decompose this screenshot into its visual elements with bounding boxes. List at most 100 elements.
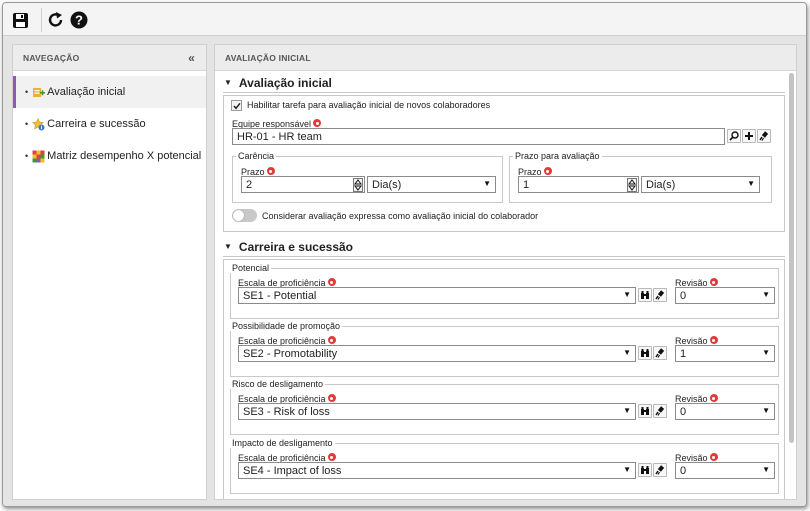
proficiency-scale-value: SE3 - Risk of loss [243, 405, 330, 418]
grace-term-input[interactable]: 2 [241, 176, 365, 193]
deadline-unit-value: Dia(s) [646, 178, 676, 191]
binoculars-icon[interactable] [638, 463, 652, 477]
section-career-succession-header[interactable]: ▼ Carreira e sucessão [223, 237, 785, 257]
nav-item-career-succession[interactable]: • Carreira e sucessão [13, 108, 206, 140]
required-icon [327, 394, 336, 402]
proficiency-group-fieldset: Impacto de desligamento Escala de profici… [230, 438, 779, 494]
clear-icon[interactable] [653, 288, 667, 302]
toolbar-separator [41, 8, 42, 32]
nav-item-initial-assessment[interactable]: • Avaliação inicial [13, 76, 206, 108]
save-icon[interactable] [10, 10, 30, 30]
scrollbar-thumb[interactable] [789, 73, 794, 443]
required-icon [327, 278, 336, 286]
proficiency-group-legend: Risco de desligamento [230, 379, 326, 389]
performance-matrix-icon [32, 150, 45, 163]
section-initial-assessment-header[interactable]: ▼ Avaliação inicial [223, 73, 785, 93]
clear-icon[interactable] [757, 129, 771, 143]
proficiency-group-legend: Possibilidade de promoção [230, 321, 343, 331]
section-title: Avaliação inicial [238, 75, 332, 90]
bullet: • [25, 151, 29, 161]
toolbar: ? [3, 3, 806, 36]
clear-icon[interactable] [653, 404, 667, 418]
required-icon [313, 119, 322, 127]
express-assessment-toggle[interactable] [232, 209, 257, 222]
enable-task-checkbox[interactable] [231, 100, 242, 111]
nav-item-label: Carreira e sucessão [47, 118, 146, 130]
chevron-down-icon: ▼ [762, 290, 770, 299]
binoculars-icon[interactable] [638, 288, 652, 302]
app-window: ? NAVEGAÇÃO « • Avaliação inicial • Carr… [2, 2, 807, 507]
chevron-down-icon: ▼ [762, 465, 770, 474]
svg-text:?: ? [75, 13, 83, 28]
initial-assessment-panel: Habilitar tarefa para avaliação inicial … [223, 95, 785, 232]
binoculars-icon[interactable] [638, 404, 652, 418]
evaluation-deadline-legend: Prazo para avaliação [513, 151, 602, 161]
chevron-down-icon: ▼ [762, 348, 770, 357]
nav-item-label: Avaliação inicial [47, 86, 126, 98]
revision-value: 0 [680, 289, 687, 302]
chevron-down-icon: ▼ [747, 179, 755, 188]
revision-value: 0 [680, 464, 687, 477]
proficiency-scale-select[interactable]: SE3 - Risk of loss ▼ [238, 403, 636, 420]
evaluation-deadline-fieldset: Prazo para avaliação Prazo 1 Dia(s) ▼ [509, 151, 772, 203]
nav-item-performance-matrix[interactable]: • Matriz desempenho X potencial [13, 140, 206, 172]
navigation-panel: NAVEGAÇÃO « • Avaliação inicial • Carrei… [12, 44, 207, 500]
search-icon[interactable] [727, 129, 741, 143]
proficiency-scale-value: SE2 - Promotability [243, 347, 338, 360]
chevron-down-icon: ▼ [623, 465, 631, 474]
clear-icon[interactable] [653, 346, 667, 360]
bullet: • [25, 119, 29, 129]
proficiency-group-legend: Potencial [230, 263, 272, 273]
express-assessment-label: Considerar avaliação expressa como avali… [262, 211, 539, 221]
required-icon [709, 394, 718, 402]
vertical-scrollbar[interactable] [788, 73, 795, 493]
chevron-down-icon: ▼ [623, 348, 631, 357]
grace-unit-value: Dia(s) [372, 178, 402, 191]
revision-value: 1 [680, 347, 687, 360]
deadline-unit-select[interactable]: Dia(s) ▼ [641, 176, 760, 193]
revision-select[interactable]: 0 ▼ [675, 462, 775, 479]
proficiency-group-fieldset: Risco de desligamento Escala de proficiên… [230, 379, 779, 435]
help-icon[interactable]: ? [69, 10, 89, 30]
clear-icon[interactable] [653, 463, 667, 477]
grace-term-value: 2 [246, 178, 253, 191]
main-panel: AVALIAÇÃO INICIAL ▼ Avaliação inicial Ha… [214, 44, 797, 500]
chevron-down-icon: ▼ [623, 406, 631, 415]
proficiency-scale-select[interactable]: SE4 - Impact of loss ▼ [238, 462, 636, 479]
responsible-team-value: HR-01 - HR team [237, 130, 322, 143]
career-succession-icon [32, 117, 45, 131]
refresh-icon[interactable] [46, 10, 66, 30]
proficiency-group-legend: Impacto de desligamento [230, 438, 335, 448]
navigation-header: NAVEGAÇÃO « [13, 45, 206, 71]
proficiency-scale-select[interactable]: SE2 - Promotability ▼ [238, 345, 636, 362]
navigation-title: NAVEGAÇÃO [23, 52, 80, 63]
toggle-knob [233, 210, 244, 221]
initial-assessment-icon [32, 86, 46, 99]
career-succession-panel: Potencial Escala de proficiência SE1 - Pot… [223, 259, 785, 499]
spinner-icon[interactable] [626, 177, 637, 192]
proficiency-scale-value: SE1 - Potential [243, 289, 317, 302]
responsible-team-field[interactable]: HR-01 - HR team [232, 128, 725, 145]
proficiency-group-fieldset: Potencial Escala de proficiência SE1 - Pot… [230, 263, 779, 319]
revision-select[interactable]: 0 ▼ [675, 287, 775, 304]
deadline-term-value: 1 [523, 178, 530, 191]
proficiency-scale-select[interactable]: SE1 - Potential ▼ [238, 287, 636, 304]
collapse-panel-icon[interactable]: « [188, 51, 195, 65]
revision-select[interactable]: 1 ▼ [675, 345, 775, 362]
required-icon [327, 453, 336, 461]
collapse-caret-icon: ▼ [224, 78, 232, 87]
required-icon [709, 278, 718, 286]
chevron-down-icon: ▼ [483, 179, 491, 188]
grace-unit-select[interactable]: Dia(s) ▼ [367, 176, 496, 193]
main-title: AVALIAÇÃO INICIAL [225, 52, 311, 63]
bullet: • [25, 87, 29, 97]
binoculars-icon[interactable] [638, 346, 652, 360]
add-icon[interactable] [742, 129, 756, 143]
nav-item-label: Matriz desempenho X potencial [47, 150, 202, 162]
revision-select[interactable]: 0 ▼ [675, 403, 775, 420]
deadline-term-input[interactable]: 1 [518, 176, 639, 193]
required-icon [543, 167, 552, 175]
spinner-icon[interactable] [352, 177, 363, 192]
section-title: Carreira e sucessão [238, 239, 353, 254]
enable-task-label: Habilitar tarefa para avaliação inicial … [247, 100, 491, 110]
